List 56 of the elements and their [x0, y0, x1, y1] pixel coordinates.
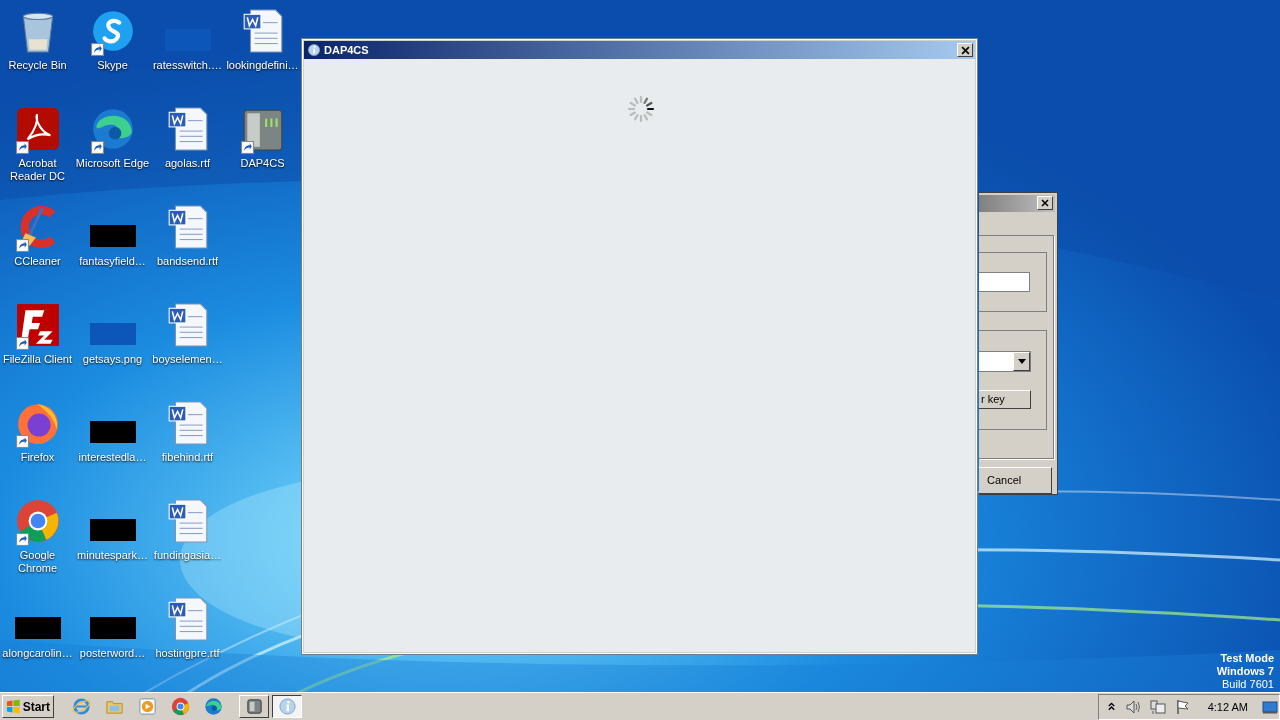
dropdown[interactable]	[979, 350, 1031, 372]
icon-label[interactable]: Acrobat Reader DC	[7, 157, 68, 183]
icon-label[interactable]: Microsoft Edge	[75, 157, 150, 170]
icon-label[interactable]: CCleaner	[14, 255, 61, 268]
clock[interactable]: 4:12 AM	[1207, 700, 1248, 713]
icon-label[interactable]: FileZilla Client	[2, 353, 73, 366]
thumbnail-icon	[89, 519, 136, 541]
close-button[interactable]	[1037, 196, 1053, 211]
watermark-text: Test Mode	[1220, 652, 1274, 665]
icon-label[interactable]: hostingpre.rtf	[155, 647, 220, 660]
icon-label[interactable]: minutespark…	[77, 549, 148, 562]
icon-label[interactable]: DAP4CS	[240, 157, 285, 170]
info-icon	[307, 43, 321, 57]
thumbnail-icon	[89, 323, 136, 345]
icon-label[interactable]: fibehind.rtf	[161, 451, 214, 464]
flag-icon[interactable]	[1174, 698, 1191, 715]
key-button[interactable]: r key	[979, 389, 1031, 409]
icon-label[interactable]: Firefox	[20, 451, 55, 464]
start-button[interactable]: Start	[2, 695, 54, 718]
icon-label[interactable]: boyselemen…	[152, 353, 223, 366]
icon-label[interactable]: fantasyfield…	[79, 255, 146, 268]
thumbnail-icon	[89, 225, 136, 247]
taskbar-button[interactable]	[272, 695, 302, 718]
close-icon	[960, 45, 970, 55]
icon-label[interactable]: posterword…	[79, 647, 146, 660]
show-desktop-icon[interactable]	[1261, 698, 1279, 715]
thumbnail-icon	[14, 617, 61, 639]
icon-label[interactable]: ratesswitch.…	[152, 59, 223, 72]
icon-label[interactable]: alongcarolin…	[2, 647, 73, 660]
speaker-icon[interactable]	[1124, 698, 1141, 715]
edge-icon[interactable]	[204, 697, 223, 716]
icon-label[interactable]: agolas.rtf	[164, 157, 211, 170]
close-icon	[1041, 199, 1049, 208]
cancel-button[interactable]: Cancel	[979, 466, 1052, 494]
close-button[interactable]	[957, 43, 973, 57]
text-field[interactable]	[979, 271, 1030, 292]
icon-label[interactable]: bandsend.rtf	[156, 255, 219, 268]
icon-label[interactable]: getsays.png	[82, 353, 143, 366]
network-icon[interactable]	[1149, 698, 1166, 715]
watermark-text: Build 7601	[1222, 678, 1274, 691]
window-title: DAP4CS	[324, 44, 370, 56]
caret-icon	[1017, 358, 1026, 364]
filezilla-icon	[14, 302, 61, 348]
thumbnail-icon	[89, 617, 136, 639]
icon-label[interactable]: interestedla…	[78, 451, 147, 464]
icon-label[interactable]: Skype	[97, 59, 128, 72]
server-icon	[244, 697, 264, 716]
chrome-icon[interactable]	[171, 697, 190, 716]
icon-label[interactable]: Recycle Bin	[8, 59, 67, 72]
chrome-icon	[14, 498, 61, 544]
thumbnail-icon	[89, 421, 136, 443]
icon-label[interactable]: Google Chrome	[7, 549, 68, 575]
windows-logo-icon	[6, 698, 21, 715]
info-icon	[277, 697, 297, 716]
icon-label[interactable]: lookingdefini…	[226, 59, 299, 72]
watermark-text: Windows 7	[1216, 665, 1274, 678]
